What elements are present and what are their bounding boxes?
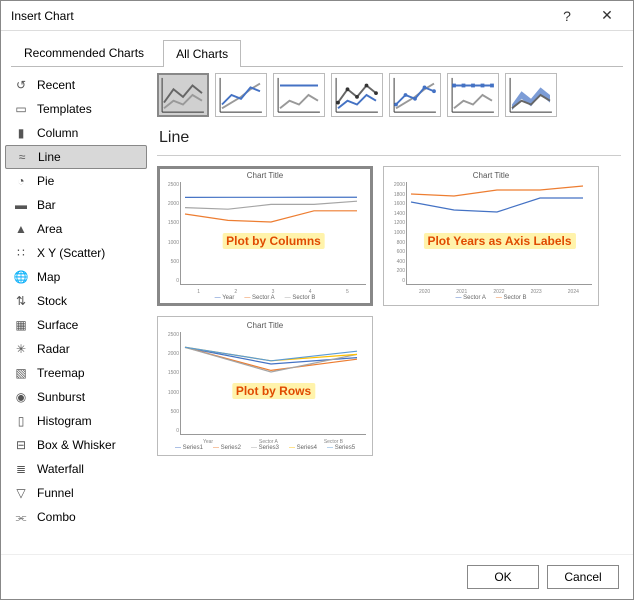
chart-previews: Chart Title 25002000150010005000Plot by C… [157, 166, 621, 456]
bar-icon: ▬ [13, 197, 29, 213]
surface-icon: ▦ [13, 317, 29, 333]
sidebar-item-histogram[interactable]: ▯ Histogram [1, 409, 151, 433]
tab-all-charts[interactable]: All Charts [163, 40, 241, 67]
sidebar-item-label: Templates [37, 102, 92, 116]
chart-type-heading: Line [159, 129, 621, 147]
radar-icon: ✳ [13, 341, 29, 357]
sidebar-item-sunburst[interactable]: ◉ Sunburst [1, 385, 151, 409]
sidebar-item-funnel[interactable]: ▽ Funnel [1, 481, 151, 505]
line-subtype-row [157, 73, 621, 117]
scatter-icon: ∷ [13, 245, 29, 261]
histogram-icon: ▯ [13, 413, 29, 429]
sidebar-item-bar[interactable]: ▬ Bar [1, 193, 151, 217]
tab-strip: Recommended Charts All Charts [1, 31, 633, 66]
subtype-100-stacked-line[interactable] [273, 73, 325, 117]
sidebar-item-label: Recent [37, 78, 75, 92]
sidebar-item-label: Map [37, 270, 60, 284]
subtype-line-markers[interactable] [331, 73, 383, 117]
sidebar-item-label: Funnel [37, 486, 74, 500]
preview-legend: Sector ASector B [390, 295, 592, 301]
funnel-icon: ▽ [13, 485, 29, 501]
sidebar-item-waterfall[interactable]: ≣ Waterfall [1, 457, 151, 481]
subtype-stacked-line[interactable] [215, 73, 267, 117]
sidebar-item-label: Treemap [37, 366, 85, 380]
sidebar-item-area[interactable]: ▲ Area [1, 217, 151, 241]
tab-recommended-charts[interactable]: Recommended Charts [11, 39, 157, 66]
sidebar-item-label: Radar [37, 342, 70, 356]
sidebar-item-label: Area [37, 222, 62, 236]
preview-annotation: Plot by Rows [232, 383, 315, 399]
chart-preview-1[interactable]: Chart Title 20001800160014001200100080060… [383, 166, 599, 306]
sidebar-item-label: Sunburst [37, 390, 85, 404]
combo-icon: ⫘ [13, 509, 29, 525]
dialog-body: ↺ Recent ▭ Templates ▮ Column ≈ Line ◔ Pie ▬ Bar ▲ Ar… [1, 67, 633, 554]
box-icon: ⊟ [13, 437, 29, 453]
preview-annotation: Plot Years as Axis Labels [423, 233, 575, 249]
preview-legend: Series1Series2Series3Series4Series5 [164, 445, 366, 451]
sidebar-item-label: Histogram [37, 414, 92, 428]
preview-annotation: Plot by Columns [222, 233, 325, 249]
sidebar-item-treemap[interactable]: ▧ Treemap [1, 361, 151, 385]
sidebar-item-label: Bar [37, 198, 56, 212]
column-icon: ▮ [13, 125, 29, 141]
sidebar-item-surface[interactable]: ▦ Surface [1, 313, 151, 337]
preview-title: Chart Title [390, 171, 592, 180]
sidebar-item-label: Box & Whisker [37, 438, 116, 452]
sidebar-item-stock[interactable]: ⇅ Stock [1, 289, 151, 313]
sidebar-item-label: Surface [37, 318, 78, 332]
subtype-stacked-line-markers[interactable] [389, 73, 441, 117]
stock-icon: ⇅ [13, 293, 29, 309]
subtype-100-stacked-line-markers[interactable] [447, 73, 499, 117]
sidebar-item-label: Line [38, 150, 61, 164]
sidebar-item-box-whisker[interactable]: ⊟ Box & Whisker [1, 433, 151, 457]
titlebar: Insert Chart ? ✕ [1, 1, 633, 31]
main-panel: Line Chart Title 25002000150010005000Plot… [151, 67, 633, 554]
sidebar-item-label: Combo [37, 510, 76, 524]
sidebar-item-line[interactable]: ≈ Line [5, 145, 147, 169]
subtype-3d-line[interactable] [505, 73, 557, 117]
preview-plot: 2000180016001400120010008006004002000Plo… [406, 182, 592, 285]
sidebar-item-map[interactable]: 🌐 Map [1, 265, 151, 289]
dialog-buttons: OK Cancel [1, 554, 633, 599]
area-icon: ▲ [13, 221, 29, 237]
dialog-title: Insert Chart [11, 9, 547, 23]
sidebar-item-combo[interactable]: ⫘ Combo [1, 505, 151, 529]
cancel-button[interactable]: Cancel [547, 565, 619, 589]
sunburst-icon: ◉ [13, 389, 29, 405]
help-button[interactable]: ? [547, 2, 587, 30]
sidebar-item-label: Waterfall [37, 462, 84, 476]
ok-button[interactable]: OK [467, 565, 539, 589]
preview-title: Chart Title [164, 321, 366, 330]
subtype-line[interactable] [157, 73, 209, 117]
chart-preview-0[interactable]: Chart Title 25002000150010005000Plot by C… [157, 166, 373, 306]
map-icon: 🌐 [13, 269, 29, 285]
preview-legend: YearSector ASector B [164, 295, 366, 301]
sidebar-item-label: Pie [37, 174, 54, 188]
sidebar-item-label: Stock [37, 294, 67, 308]
sidebar-item-recent[interactable]: ↺ Recent [1, 73, 151, 97]
waterfall-icon: ≣ [13, 461, 29, 477]
insert-chart-dialog: Insert Chart ? ✕ Recommended Charts All … [0, 0, 634, 600]
templates-icon: ▭ [13, 101, 29, 117]
pie-icon: ◔ [13, 173, 29, 189]
preview-title: Chart Title [164, 171, 366, 180]
chart-preview-2[interactable]: Chart Title 25002000150010005000Plot by R… [157, 316, 373, 456]
sidebar-item-templates[interactable]: ▭ Templates [1, 97, 151, 121]
sidebar-item-radar[interactable]: ✳ Radar [1, 337, 151, 361]
close-button[interactable]: ✕ [587, 2, 627, 30]
line-icon: ≈ [14, 149, 30, 165]
divider [157, 155, 621, 156]
preview-plot: 25002000150010005000Plot by Columns [180, 182, 366, 285]
sidebar-item-pie[interactable]: ◔ Pie [1, 169, 151, 193]
preview-plot: 25002000150010005000Plot by Rows [180, 332, 366, 435]
sidebar-item-label: X Y (Scatter) [37, 246, 105, 260]
sidebar-item-x-y-scatter-[interactable]: ∷ X Y (Scatter) [1, 241, 151, 265]
treemap-icon: ▧ [13, 365, 29, 381]
sidebar-item-column[interactable]: ▮ Column [1, 121, 151, 145]
recent-icon: ↺ [13, 77, 29, 93]
sidebar-item-label: Column [37, 126, 78, 140]
chart-type-sidebar: ↺ Recent ▭ Templates ▮ Column ≈ Line ◔ Pie ▬ Bar ▲ Ar… [1, 67, 151, 554]
